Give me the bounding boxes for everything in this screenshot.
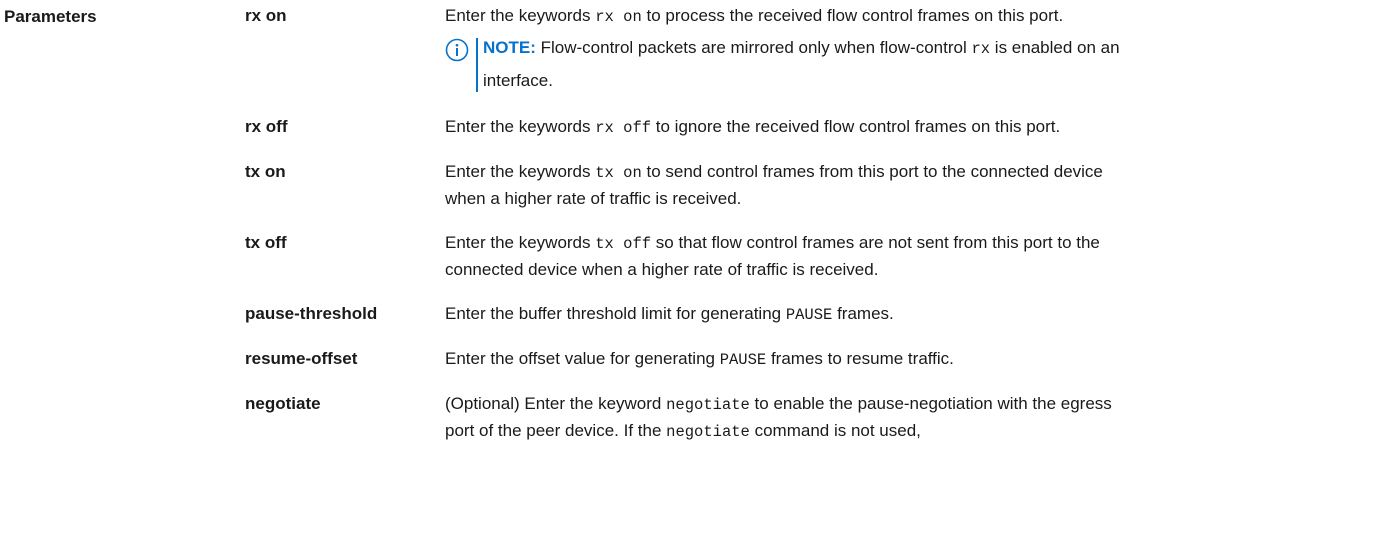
desc-text: Enter the keywords xyxy=(445,117,596,136)
note-accent-bar xyxy=(476,38,478,92)
keyword-code: PAUSE xyxy=(785,306,833,324)
note-block: NOTE: Flow-control packets are mirrored … xyxy=(445,32,1135,96)
param-description: Enter the keywords rx on to process the … xyxy=(445,0,1135,96)
desc-text: frames. xyxy=(832,304,894,323)
keyword-code: PAUSE xyxy=(719,351,767,369)
desc-text: Enter the keywords xyxy=(445,233,596,252)
param-name: resume-offset xyxy=(245,349,358,368)
keyword-code: rx xyxy=(971,40,991,58)
parameters-table: rx on Enter the keywords rx on to proces… xyxy=(245,0,1365,460)
param-name: rx on xyxy=(245,6,287,25)
keyword-code: tx on xyxy=(595,164,642,182)
param-name: pause-threshold xyxy=(245,304,378,323)
param-name: tx off xyxy=(245,233,287,252)
param-row-rx-on: rx on Enter the keywords rx on to proces… xyxy=(245,0,1365,96)
param-description: (Optional) Enter the keyword negotiate t… xyxy=(445,388,1135,445)
param-description: Enter the buffer threshold limit for gen… xyxy=(445,298,1135,328)
desc-text: Enter the keywords xyxy=(445,162,596,181)
desc-text: (Optional) Enter the keyword xyxy=(445,394,667,413)
desc-text: frames to resume traffic. xyxy=(766,349,954,368)
desc-text: command is not used, xyxy=(749,421,921,440)
param-description: Enter the keywords rx off to ignore the … xyxy=(445,111,1135,141)
param-row-pause-threshold: pause-threshold Enter the buffer thresho… xyxy=(245,298,1365,328)
note-label: NOTE: xyxy=(483,38,536,57)
desc-text: to process the received flow control fra… xyxy=(641,6,1064,25)
param-row-tx-off: tx off Enter the keywords tx off so that… xyxy=(245,227,1365,283)
note-text: Flow-control packets are mirrored only w… xyxy=(535,38,972,57)
param-description: Enter the keywords tx off so that flow c… xyxy=(445,227,1135,283)
param-row-negotiate: negotiate (Optional) Enter the keyword n… xyxy=(245,388,1365,445)
desc-text: to ignore the received flow control fram… xyxy=(651,117,1061,136)
param-description: Enter the offset value for generating PA… xyxy=(445,343,1135,373)
section-title: Parameters xyxy=(4,7,97,26)
param-name: rx off xyxy=(245,117,288,136)
keyword-code: rx off xyxy=(595,119,652,137)
keyword-code: negotiate xyxy=(666,423,750,441)
desc-text: Enter the buffer threshold limit for gen… xyxy=(445,304,786,323)
param-row-resume-offset: resume-offset Enter the offset value for… xyxy=(245,343,1365,373)
param-name: tx on xyxy=(245,162,286,181)
param-row-rx-off: rx off Enter the keywords rx off to igno… xyxy=(245,111,1365,141)
param-name: negotiate xyxy=(245,394,321,413)
info-circle-icon xyxy=(445,38,469,62)
param-row-tx-on: tx on Enter the keywords tx on to send c… xyxy=(245,156,1365,212)
desc-text: Enter the keywords xyxy=(445,6,596,25)
keyword-code: negotiate xyxy=(666,396,750,414)
desc-text: Enter the offset value for generating xyxy=(445,349,720,368)
keyword-code: tx off xyxy=(595,235,652,253)
param-description: Enter the keywords tx on to send control… xyxy=(445,156,1135,212)
keyword-code: rx on xyxy=(595,8,642,26)
